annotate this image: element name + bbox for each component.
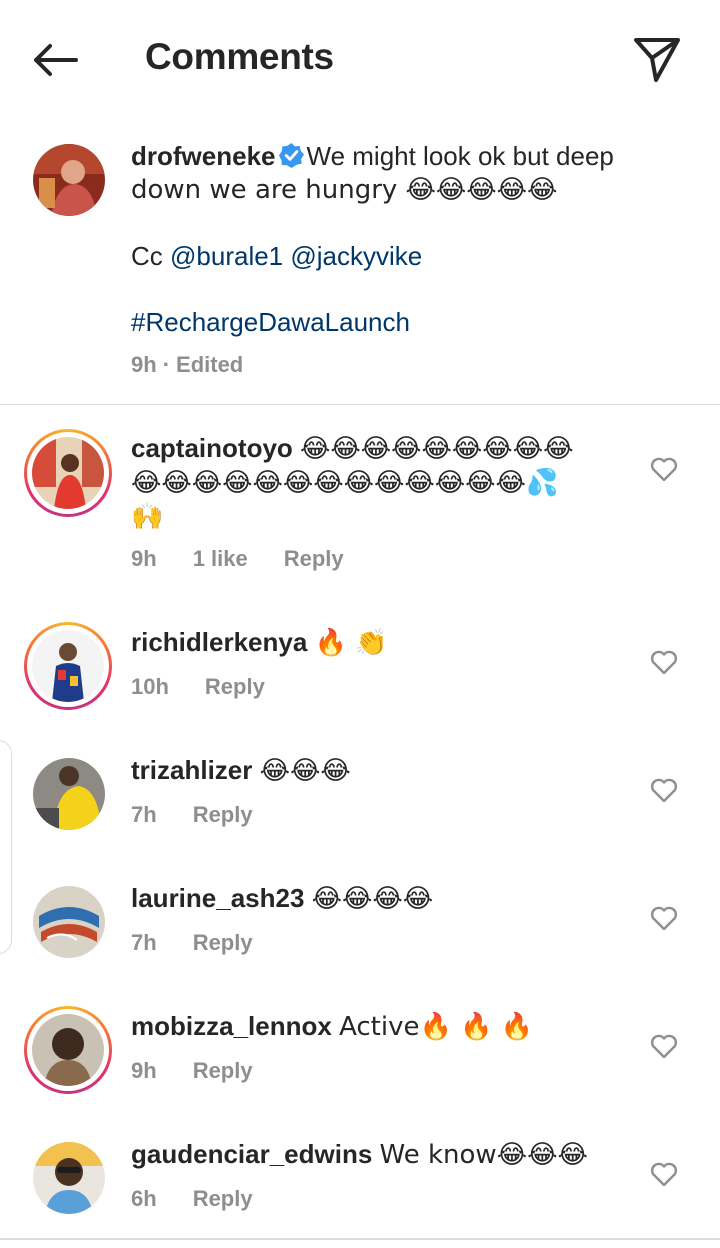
reply-button[interactable]: Reply bbox=[205, 674, 265, 699]
comment-body: 🔥 👏 bbox=[314, 628, 388, 658]
reply-button[interactable]: Reply bbox=[193, 802, 253, 827]
separator: · bbox=[162, 352, 171, 377]
comment-body: We know😂😂😂 bbox=[379, 1140, 588, 1170]
comment-text: captainotoyo 😂😂😂😂😂😂😂😂😂 😂😂😂😂😂😂😂😂😂😂😂😂😂💦 🙌 bbox=[131, 432, 631, 534]
caption-line-1: We might look ok but deep bbox=[306, 141, 614, 171]
avatar[interactable] bbox=[24, 1006, 112, 1094]
page-title: Comments bbox=[145, 36, 334, 77]
comment-body: 😂😂😂😂 bbox=[311, 884, 434, 914]
comment-meta: 7h Reply bbox=[131, 802, 289, 828]
reply-button[interactable]: Reply bbox=[193, 1058, 253, 1083]
timestamp: 9h bbox=[131, 1058, 157, 1083]
avatar-image bbox=[33, 1142, 105, 1214]
back-button[interactable] bbox=[28, 36, 84, 84]
timestamp: 7h bbox=[131, 930, 157, 955]
comment-text: laurine_ash23 😂😂😂😂 bbox=[131, 882, 631, 916]
comment-text: trizahlizer 😂😂😂 bbox=[131, 754, 631, 788]
heart-outline-icon[interactable] bbox=[650, 905, 678, 931]
mention-link[interactable]: @burale1 bbox=[170, 241, 283, 271]
comment-body: 🙌 bbox=[131, 502, 164, 532]
paper-plane-icon bbox=[634, 38, 680, 82]
comment-body: 😂😂😂😂😂😂😂😂😂😂😂😂😂💦 bbox=[131, 468, 559, 498]
comment-text: richidlerkenya 🔥 👏 bbox=[131, 626, 631, 660]
avatar[interactable] bbox=[24, 622, 112, 710]
avatar-image bbox=[32, 437, 104, 509]
timestamp: 7h bbox=[131, 802, 157, 827]
avatar-image bbox=[33, 758, 105, 830]
avatar[interactable] bbox=[33, 886, 105, 958]
post-caption: drofweneke We might look ok but deep dow… bbox=[0, 118, 720, 405]
comment-username[interactable]: gaudenciar_edwins bbox=[131, 1139, 372, 1169]
edge-drawer-handle[interactable] bbox=[0, 740, 12, 954]
avatar-image bbox=[33, 144, 105, 216]
comment-username[interactable]: mobizza_lennox bbox=[131, 1011, 332, 1041]
mention-link[interactable]: @jackyvike bbox=[290, 241, 422, 271]
caption-text: drofweneke We might look ok but deep dow… bbox=[131, 140, 691, 339]
comment-body: 😂😂😂😂😂😂😂😂😂 bbox=[300, 434, 574, 464]
comment-body: 😂😂😂 bbox=[259, 756, 351, 786]
edited-label: Edited bbox=[176, 352, 244, 377]
header: Comments bbox=[0, 0, 720, 118]
comment-meta: 6h Reply bbox=[131, 1186, 289, 1212]
comment-text: gaudenciar_edwins We know😂😂😂 bbox=[131, 1138, 631, 1172]
verified-badge-icon bbox=[278, 142, 304, 169]
heart-outline-icon[interactable] bbox=[650, 1161, 678, 1187]
comment-username[interactable]: captainotoyo bbox=[131, 433, 293, 463]
avatar[interactable] bbox=[33, 758, 105, 830]
timestamp: 6h bbox=[131, 1186, 157, 1211]
reply-button[interactable]: Reply bbox=[284, 546, 344, 571]
comment-text: mobizza_lennox Active🔥 🔥 🔥 bbox=[131, 1010, 631, 1044]
comment-meta: 10h Reply bbox=[131, 674, 301, 700]
comment-body: Active🔥 🔥 🔥 bbox=[339, 1012, 534, 1042]
avatar[interactable] bbox=[33, 144, 105, 216]
avatar[interactable] bbox=[33, 1142, 105, 1214]
heart-outline-icon[interactable] bbox=[650, 649, 678, 675]
avatar-image bbox=[32, 1014, 104, 1086]
avatar[interactable] bbox=[24, 429, 112, 517]
avatar-image bbox=[32, 630, 104, 702]
caption-username[interactable]: drofweneke bbox=[131, 141, 276, 171]
like-count[interactable]: 1 like bbox=[193, 546, 248, 571]
divider bbox=[0, 1238, 720, 1240]
share-button[interactable] bbox=[628, 30, 684, 86]
comment-meta: 9h Reply bbox=[131, 1058, 289, 1084]
comment-meta: 7h Reply bbox=[131, 930, 289, 956]
reply-button[interactable]: Reply bbox=[193, 1186, 253, 1211]
comment-username[interactable]: richidlerkenya bbox=[131, 627, 307, 657]
heart-outline-icon[interactable] bbox=[650, 456, 678, 482]
comment-username[interactable]: trizahlizer bbox=[131, 755, 252, 785]
timestamp: 9h bbox=[131, 546, 157, 571]
caption-line-2: down we are hungry 😂😂😂😂😂 bbox=[131, 175, 558, 205]
comment-username[interactable]: laurine_ash23 bbox=[131, 883, 304, 913]
timestamp: 10h bbox=[131, 674, 169, 699]
avatar-image bbox=[33, 886, 105, 958]
arrow-left-icon bbox=[34, 44, 78, 76]
hashtag-link[interactable]: #RechargeDawaLaunch bbox=[131, 307, 410, 337]
heart-outline-icon[interactable] bbox=[650, 777, 678, 803]
caption-meta: 9h · Edited bbox=[131, 352, 279, 378]
heart-outline-icon[interactable] bbox=[650, 1033, 678, 1059]
comment-meta: 9h 1 like Reply bbox=[131, 546, 380, 572]
cc-label: Cc bbox=[131, 241, 163, 271]
timestamp: 9h bbox=[131, 352, 157, 377]
reply-button[interactable]: Reply bbox=[193, 930, 253, 955]
